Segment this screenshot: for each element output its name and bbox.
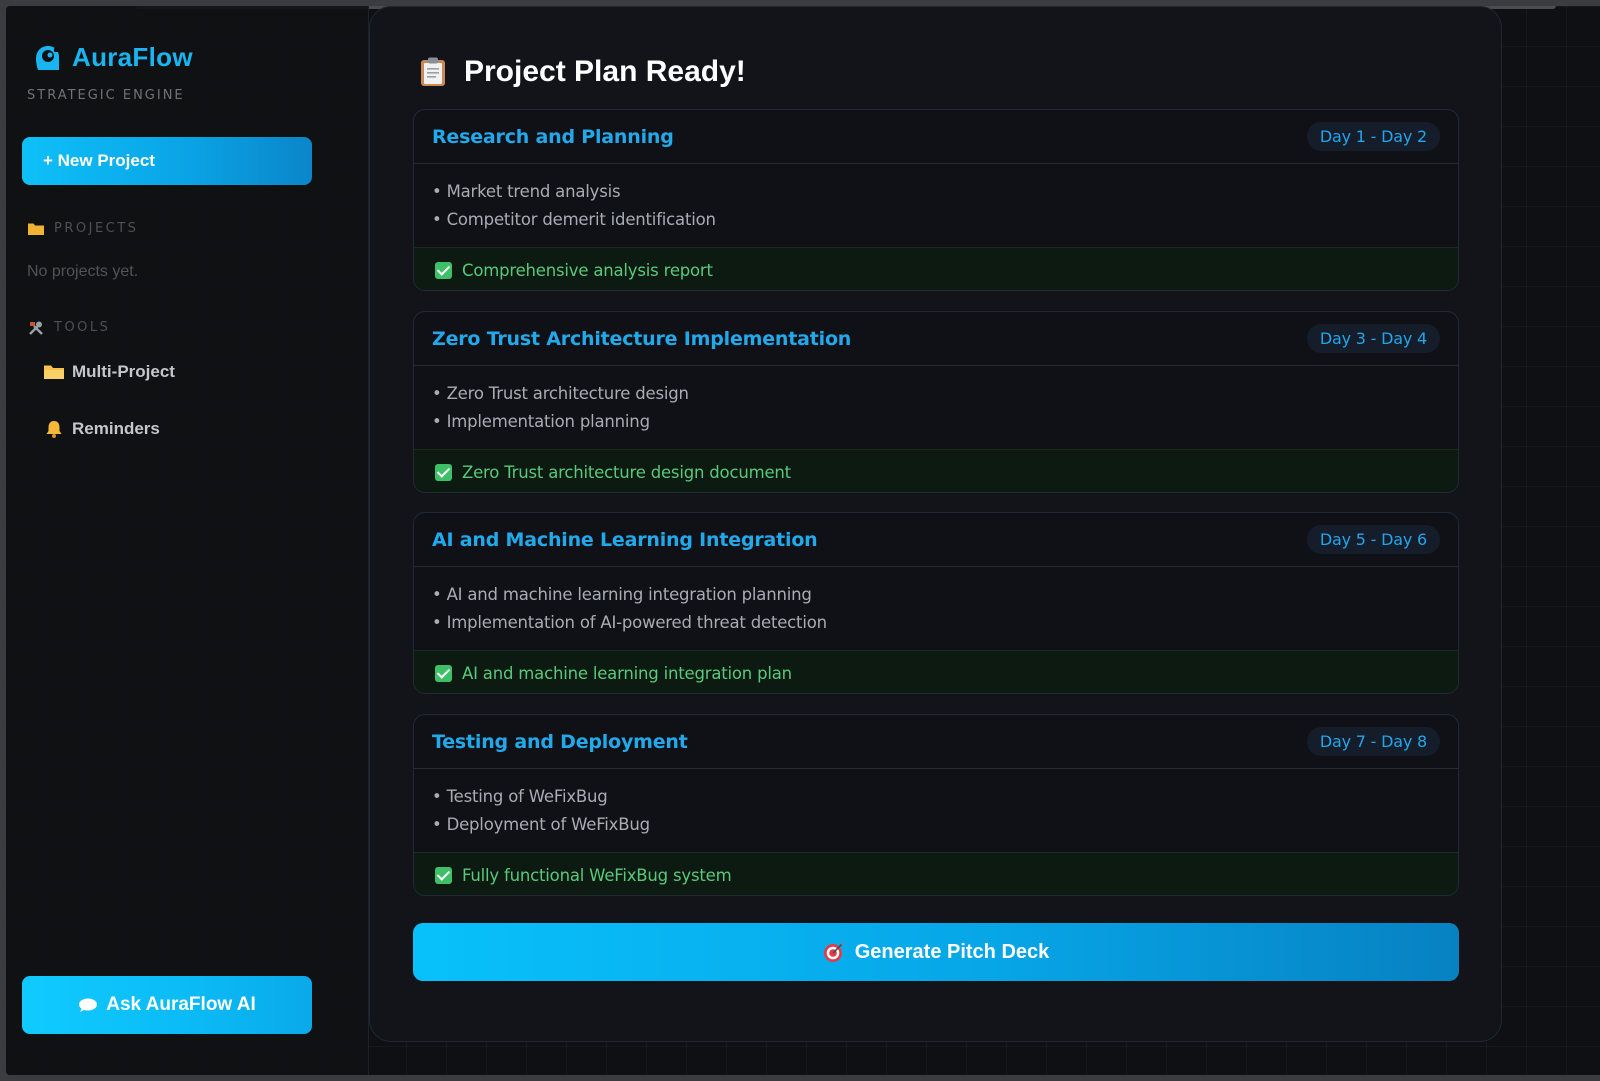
folder-icon: [44, 365, 64, 379]
checkmark-icon: [435, 261, 452, 279]
task-item: • Implementation planning: [432, 412, 650, 431]
projects-heading-label: PROJECTS: [54, 221, 139, 236]
phase-card: Research and Planning Day 1 - Day 2 • Ma…: [413, 109, 1459, 291]
tool-reminders[interactable]: Reminders: [44, 419, 160, 439]
generate-pitch-deck-label: Generate Pitch Deck: [854, 940, 1050, 963]
task-item: • Testing of WeFixBug: [432, 787, 608, 806]
brain-logo-icon: [36, 45, 59, 70]
sidebar: AuraFlow STRATEGIC ENGINE + New Project …: [6, 6, 369, 1075]
tools-heading: TOOLS: [28, 320, 110, 335]
tools-icon: [29, 321, 43, 335]
tool-multi-project[interactable]: Multi-Project: [44, 362, 175, 382]
phase-title: AI and Machine Learning Integration: [432, 528, 818, 551]
tool-reminders-label: Reminders: [72, 419, 160, 438]
phase-deliverable: Fully functional WeFixBug system: [414, 852, 1458, 895]
tools-heading-label: TOOLS: [54, 320, 111, 335]
ask-auraflow-ai-button[interactable]: Ask AuraFlow AI: [22, 976, 312, 1034]
phase-deliverable: AI and machine learning integration plan: [414, 650, 1458, 693]
checkmark-icon: [435, 866, 452, 884]
day-range-badge: Day 5 - Day 6: [1306, 525, 1440, 554]
phase-title: Zero Trust Architecture Implementation: [432, 327, 852, 350]
folder-icon: [28, 223, 44, 235]
bell-icon: [46, 421, 62, 438]
deliverable-text: Zero Trust architecture design document: [462, 462, 791, 482]
projects-empty-note: No projects yet.: [27, 263, 139, 280]
task-item: • AI and machine learning integration pl…: [432, 585, 812, 604]
phase-header: Research and Planning Day 1 - Day 2: [414, 110, 1458, 164]
checkmark-icon: [435, 463, 452, 481]
page-title-text: Project Plan Ready!: [464, 55, 746, 88]
brand: AuraFlow: [32, 42, 193, 73]
brand-subtitle: STRATEGIC ENGINE: [27, 88, 185, 103]
phase-tasks: • Testing of WeFixBug • Deployment of We…: [414, 769, 1458, 852]
deliverable-text: AI and machine learning integration plan: [462, 663, 792, 683]
phase-card: AI and Machine Learning Integration Day …: [413, 512, 1459, 694]
project-plan-panel: Project Plan Ready! Research and Plannin…: [369, 6, 1502, 1042]
clipboard-icon: [421, 57, 445, 86]
task-item: • Deployment of WeFixBug: [432, 815, 650, 834]
phase-header: AI and Machine Learning Integration Day …: [414, 513, 1458, 567]
deliverable-text: Comprehensive analysis report: [462, 260, 713, 280]
phase-card: Zero Trust Architecture Implementation D…: [413, 311, 1459, 493]
day-range-badge: Day 3 - Day 4: [1306, 324, 1440, 353]
page-title: Project Plan Ready!: [420, 55, 746, 89]
generate-pitch-deck-button[interactable]: Generate Pitch Deck: [413, 923, 1459, 981]
task-item: • Market trend analysis: [432, 182, 621, 201]
day-range-badge: Day 7 - Day 8: [1306, 727, 1440, 756]
phase-tasks: • AI and machine learning integration pl…: [414, 567, 1458, 650]
task-item: • Implementation of AI-powered threat de…: [432, 613, 827, 632]
deliverable-text: Fully functional WeFixBug system: [462, 865, 732, 885]
phase-deliverable: Comprehensive analysis report: [414, 247, 1458, 290]
phase-title: Research and Planning: [432, 125, 674, 148]
tool-multi-project-label: Multi-Project: [72, 362, 175, 381]
phase-header: Zero Trust Architecture Implementation D…: [414, 312, 1458, 366]
target-icon: [823, 943, 844, 962]
projects-heading: PROJECTS: [28, 221, 138, 236]
app-window: AuraFlow STRATEGIC ENGINE + New Project …: [6, 6, 1600, 1075]
brand-name: AuraFlow: [72, 42, 193, 72]
task-item: • Zero Trust architecture design: [432, 384, 689, 403]
checkmark-icon: [435, 664, 452, 682]
phase-title: Testing and Deployment: [432, 730, 688, 753]
speech-bubble-icon: [79, 998, 98, 1012]
day-range-badge: Day 1 - Day 2: [1306, 122, 1440, 151]
phase-deliverable: Zero Trust architecture design document: [414, 449, 1458, 492]
phase-tasks: • Zero Trust architecture design • Imple…: [414, 366, 1458, 449]
phase-card: Testing and Deployment Day 7 - Day 8 • T…: [413, 714, 1459, 896]
phase-tasks: • Market trend analysis • Competitor dem…: [414, 164, 1458, 247]
phase-header: Testing and Deployment Day 7 - Day 8: [414, 715, 1458, 769]
ask-auraflow-ai-label: Ask AuraFlow AI: [106, 994, 256, 1015]
new-project-button[interactable]: + New Project: [22, 137, 312, 185]
task-item: • Competitor demerit identification: [432, 210, 716, 229]
